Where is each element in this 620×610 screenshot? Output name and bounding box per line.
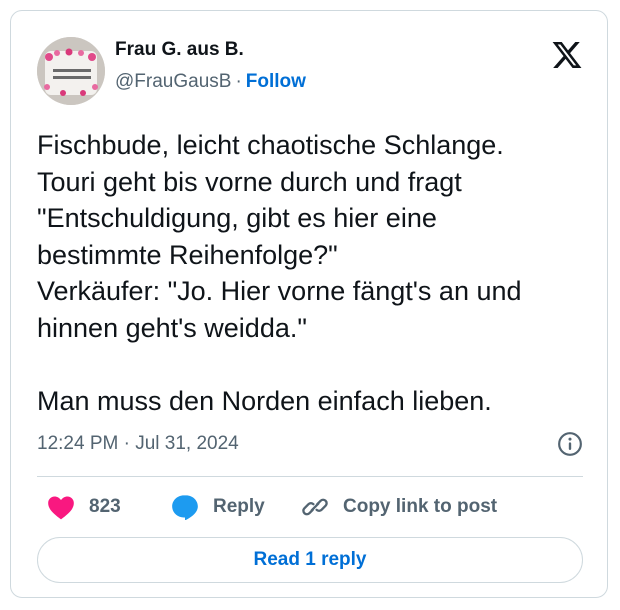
copy-link-button[interactable]: Copy link to post	[301, 491, 497, 523]
speech-bubble-icon	[172, 495, 198, 520]
reply-label: Reply	[213, 496, 265, 517]
reply-button[interactable]: Reply	[171, 491, 265, 523]
tweet-text: Fischbude, leicht chaotische Schlange. T…	[37, 127, 593, 419]
link-icon	[302, 498, 328, 516]
separator-dot: ·	[235, 71, 242, 92]
tweet-line: Man muss den Norden einfach lieben.	[37, 385, 492, 416]
tweet-line: bestimmte Reihenfolge?"	[37, 239, 338, 270]
tweet-line: hinnen geht's weidda."	[37, 312, 307, 343]
tweet-card: Frau G. aus B. @FrauGausB · Follow Fischbu…	[10, 10, 608, 598]
x-logo-icon[interactable]	[551, 39, 583, 71]
tweet-line: Fischbude, leicht chaotische Schlange.	[37, 130, 504, 160]
like-button[interactable]: 823	[47, 491, 121, 523]
handle-row: @FrauGausB · Follow	[115, 71, 306, 93]
tweet-line: Verkäufer: "Jo. Hier vorne fängt's an un…	[37, 276, 522, 306]
read-replies-button[interactable]: Read 1 reply	[37, 537, 583, 583]
tweet-line: "Entschuldigung, gibt es hier eine	[37, 203, 437, 233]
like-count: 823	[89, 496, 121, 517]
avatar[interactable]	[37, 37, 105, 105]
follow-button[interactable]: Follow	[246, 71, 306, 92]
handle[interactable]: @FrauGausB	[115, 71, 231, 92]
timestamp[interactable]: 12:24 PM · Jul 31, 2024	[37, 433, 239, 455]
tweet-line: Touri geht bis vorne durch und fragt	[37, 166, 462, 197]
avatar-image	[37, 37, 105, 105]
info-icon[interactable]	[557, 431, 583, 457]
divider	[37, 476, 583, 477]
display-name[interactable]: Frau G. aus B.	[115, 39, 244, 61]
action-bar: 823 Reply Copy link to post	[37, 491, 597, 523]
copy-link-label: Copy link to post	[343, 496, 498, 517]
heart-icon	[48, 496, 74, 520]
